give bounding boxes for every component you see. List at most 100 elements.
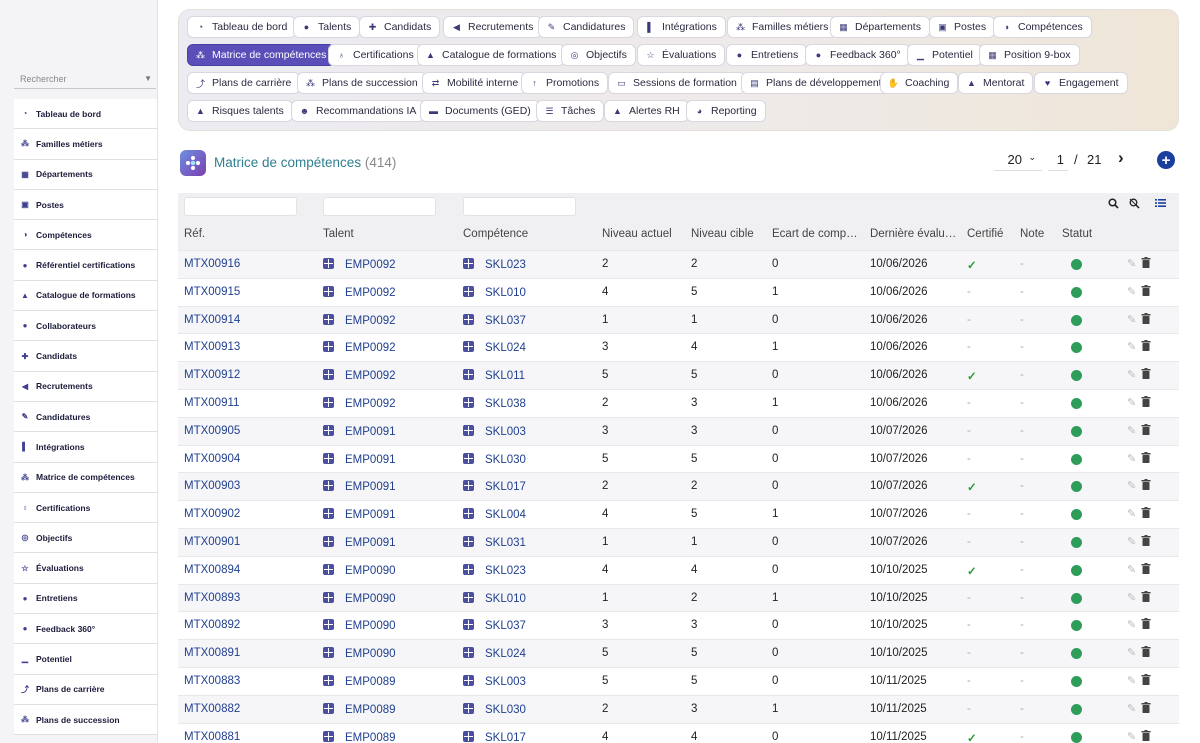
sidebar-item[interactable]: ♁ Certifications bbox=[14, 492, 157, 524]
edit-icon[interactable]: ✎ bbox=[1127, 479, 1136, 492]
expand-icon[interactable] bbox=[323, 341, 334, 353]
skill-cell[interactable]: SKL024 bbox=[463, 341, 526, 354]
skill-cell[interactable]: SKL003 bbox=[463, 424, 526, 438]
ref-link[interactable]: MTX00894 bbox=[184, 564, 240, 576]
column-header[interactable]: Note bbox=[1020, 228, 1060, 240]
nav-chip[interactable]: ⁂ Matrice de compétences bbox=[187, 44, 336, 66]
edit-icon[interactable]: ✎ bbox=[1127, 674, 1136, 687]
skill-cell[interactable]: SKL037 bbox=[463, 619, 526, 632]
nav-chip[interactable]: ◑ Compétences bbox=[993, 16, 1092, 38]
expand-icon[interactable] bbox=[323, 397, 334, 408]
page-size-select[interactable]: 20 ⌄ bbox=[994, 150, 1042, 171]
table-row[interactable]: MTX00913 EMP0092 SKL024 3 4 1 10/06/2026 - - ✎ bbox=[178, 333, 1179, 362]
talent-cell[interactable]: EMP0089 bbox=[323, 730, 396, 743]
expand-icon[interactable] bbox=[463, 313, 474, 325]
talent-cell[interactable]: EMP0092 bbox=[323, 369, 396, 382]
talent-link[interactable]: EMP0092 bbox=[345, 287, 396, 299]
edit-icon[interactable]: ✎ bbox=[1127, 618, 1136, 631]
nav-chip[interactable]: ● Entretiens bbox=[726, 44, 808, 66]
talent-cell[interactable]: EMP0090 bbox=[323, 563, 396, 577]
table-row[interactable]: MTX00914 EMP0092 SKL037 1 1 0 10/06/2026 - - ✎ bbox=[178, 305, 1179, 334]
ref-link[interactable]: MTX00913 bbox=[184, 341, 240, 353]
skill-cell[interactable]: SKL037 bbox=[463, 313, 526, 327]
nav-chip[interactable]: ● Feedback 360° bbox=[805, 44, 910, 66]
talent-link[interactable]: EMP0090 bbox=[345, 648, 396, 660]
edit-icon[interactable]: ✎ bbox=[1127, 340, 1136, 353]
delete-icon[interactable] bbox=[1141, 479, 1151, 493]
delete-icon[interactable] bbox=[1141, 701, 1151, 716]
sidebar-item[interactable]: ▌ Intégrations bbox=[14, 432, 157, 463]
table-row[interactable]: MTX00904 EMP0091 SKL030 5 5 0 10/07/2026 - - ✎ bbox=[178, 444, 1179, 473]
skill-cell[interactable]: SKL024 bbox=[463, 647, 526, 660]
expand-icon[interactable] bbox=[463, 730, 474, 742]
talent-link[interactable]: EMP0092 bbox=[345, 398, 396, 410]
talent-cell[interactable]: EMP0090 bbox=[323, 647, 396, 660]
sidebar-item[interactable]: ◀ Recrutements bbox=[14, 371, 157, 402]
delete-icon[interactable] bbox=[1141, 340, 1151, 354]
nav-chip[interactable]: ● Talents bbox=[293, 16, 361, 38]
talent-link[interactable]: EMP0090 bbox=[345, 593, 396, 605]
talent-cell[interactable]: EMP0092 bbox=[323, 313, 396, 327]
filter-ref-input[interactable] bbox=[184, 197, 297, 216]
skill-cell[interactable]: SKL038 bbox=[463, 397, 526, 410]
edit-icon[interactable]: ✎ bbox=[1127, 563, 1136, 576]
edit-icon[interactable]: ✎ bbox=[1127, 368, 1136, 381]
edit-icon[interactable]: ✎ bbox=[1127, 507, 1136, 520]
expand-icon[interactable] bbox=[463, 424, 474, 436]
skill-cell[interactable]: SKL004 bbox=[463, 508, 526, 521]
expand-icon[interactable] bbox=[323, 536, 334, 547]
edit-icon[interactable]: ✎ bbox=[1127, 452, 1136, 465]
column-header[interactable]: Niveau actuel bbox=[602, 228, 687, 240]
talent-link[interactable]: EMP0090 bbox=[345, 565, 396, 577]
nav-chip[interactable]: ☻ Recommandations IA bbox=[291, 100, 426, 122]
skill-link[interactable]: SKL037 bbox=[485, 620, 526, 632]
table-row[interactable]: MTX00915 EMP0092 SKL010 4 5 1 10/06/2026 - - ✎ bbox=[178, 277, 1179, 306]
column-header[interactable]: Compétence bbox=[463, 228, 573, 240]
skill-link[interactable]: SKL010 bbox=[485, 593, 526, 605]
nav-chip[interactable]: ☰ Tâches bbox=[536, 100, 605, 122]
table-row[interactable]: MTX00891 EMP0090 SKL024 5 5 0 10/10/2025 - - ✎ bbox=[178, 639, 1179, 667]
nav-chip[interactable]: ◎ Objectifs bbox=[561, 44, 636, 66]
column-list-icon[interactable] bbox=[1155, 198, 1166, 211]
table-row[interactable]: MTX00893 EMP0090 SKL010 1 2 1 10/10/2025 - - ✎ bbox=[178, 583, 1179, 612]
nav-chip[interactable]: ▲ Catalogue de formations bbox=[417, 44, 566, 66]
delete-icon[interactable] bbox=[1141, 312, 1151, 327]
delete-icon[interactable] bbox=[1141, 674, 1151, 688]
talent-link[interactable]: EMP0089 bbox=[345, 732, 396, 743]
talent-link[interactable]: EMP0091 bbox=[345, 509, 396, 521]
expand-icon[interactable] bbox=[323, 675, 334, 686]
expand-icon[interactable] bbox=[463, 397, 474, 408]
expand-icon[interactable] bbox=[323, 258, 334, 269]
nav-chip[interactable]: ▬ Documents (GED) bbox=[420, 100, 540, 122]
expand-icon[interactable] bbox=[463, 675, 474, 686]
edit-icon[interactable]: ✎ bbox=[1127, 702, 1136, 715]
expand-icon[interactable] bbox=[463, 647, 474, 659]
expand-icon[interactable] bbox=[323, 619, 334, 631]
nav-chip[interactable]: ♥ Engagement bbox=[1034, 72, 1128, 94]
sidebar-item[interactable]: ◎ Objectifs bbox=[14, 523, 157, 554]
sidebar-item[interactable]: ▦ Départements bbox=[14, 159, 157, 190]
delete-icon[interactable] bbox=[1141, 451, 1151, 466]
column-header[interactable]: Dernière évalu… bbox=[870, 228, 960, 240]
talent-link[interactable]: EMP0092 bbox=[345, 315, 396, 327]
talent-link[interactable]: EMP0091 bbox=[345, 537, 396, 549]
sidebar-search[interactable]: Rechercher ▼ bbox=[14, 69, 156, 89]
expand-icon[interactable] bbox=[323, 313, 334, 325]
skill-link[interactable]: SKL017 bbox=[485, 732, 526, 743]
table-row[interactable]: MTX00905 EMP0091 SKL003 3 3 0 10/07/2026 - - ✎ bbox=[178, 416, 1179, 445]
skill-link[interactable]: SKL010 bbox=[485, 287, 526, 299]
skill-cell[interactable]: SKL023 bbox=[463, 258, 526, 271]
nav-chip[interactable]: ✋ Coaching bbox=[880, 72, 959, 94]
edit-icon[interactable]: ✎ bbox=[1127, 396, 1136, 409]
talent-link[interactable]: EMP0089 bbox=[345, 704, 396, 716]
sidebar-item[interactable]: ● Feedback 360° bbox=[14, 614, 157, 645]
ref-link[interactable]: MTX00883 bbox=[184, 675, 240, 687]
talent-cell[interactable]: EMP0091 bbox=[323, 424, 396, 438]
skill-cell[interactable]: SKL031 bbox=[463, 536, 526, 549]
edit-icon[interactable]: ✎ bbox=[1127, 535, 1136, 548]
ref-link[interactable]: MTX00882 bbox=[184, 703, 240, 715]
talent-link[interactable]: EMP0092 bbox=[345, 342, 396, 354]
talent-cell[interactable]: EMP0091 bbox=[323, 508, 396, 521]
nav-chip[interactable]: ☆ Évaluations bbox=[637, 44, 726, 66]
edit-icon[interactable]: ✎ bbox=[1127, 285, 1136, 298]
